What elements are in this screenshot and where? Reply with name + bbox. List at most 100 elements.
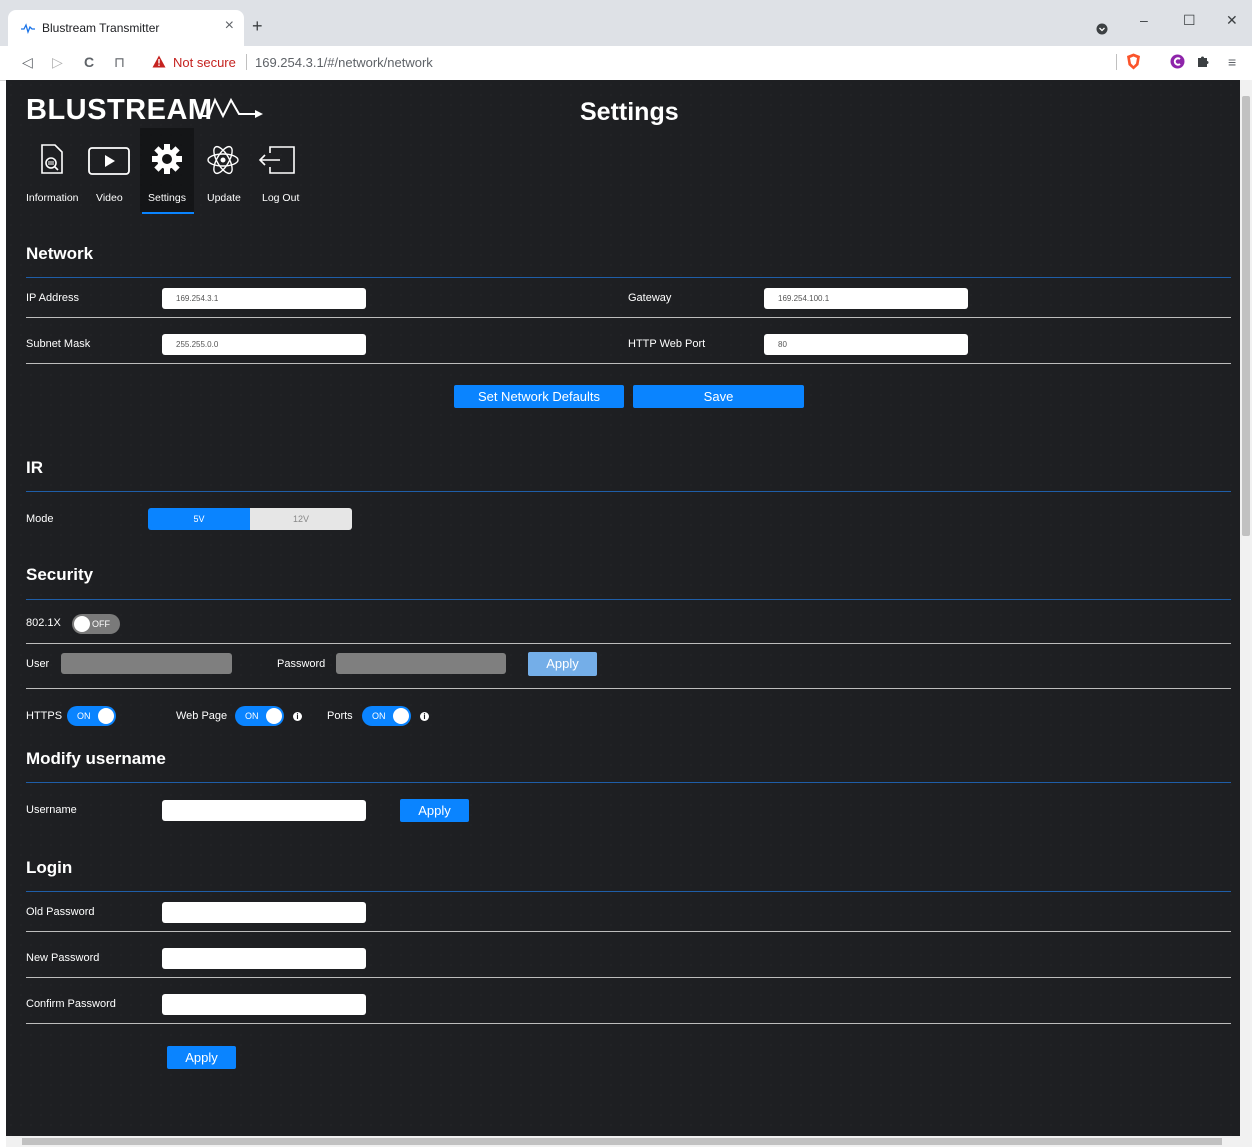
- toggle-state: ON: [245, 711, 259, 721]
- url-separator: [246, 54, 247, 70]
- row-divider: [26, 363, 1231, 364]
- play-screen-icon: [88, 147, 130, 175]
- nav-item-video[interactable]: Video: [88, 140, 138, 208]
- security-divider: [26, 599, 1231, 600]
- window-minimize-button[interactable]: –: [1140, 12, 1148, 28]
- blustream-favicon-icon: [21, 23, 35, 35]
- ports-label: Ports: [327, 710, 353, 722]
- nav-item-logout[interactable]: Log Out: [258, 140, 308, 208]
- horizontal-scroll-thumb[interactable]: [22, 1138, 1222, 1145]
- save-button[interactable]: Save: [633, 385, 804, 408]
- password-label: Password: [277, 658, 326, 670]
- profile-icon[interactable]: [1096, 23, 1108, 35]
- nav-item-update[interactable]: Update: [200, 140, 250, 208]
- gateway-label: Gateway: [628, 292, 672, 304]
- logo-wave-icon: [201, 97, 263, 119]
- username-label: Username: [26, 804, 77, 816]
- nav-item-information[interactable]: Information: [24, 140, 86, 208]
- https-toggle[interactable]: ON: [67, 706, 116, 726]
- reload-button[interactable]: C: [84, 54, 94, 70]
- new-password-input[interactable]: [162, 948, 366, 969]
- http-port-label: HTTP Web Port: [628, 338, 706, 350]
- nav-label-settings: Settings: [148, 192, 186, 204]
- browser-tab[interactable]: Blustream Transmitter ×: [8, 10, 244, 46]
- ir-divider: [26, 491, 1231, 492]
- window-close-button[interactable]: ✕: [1226, 12, 1238, 29]
- password-input[interactable]: [336, 653, 506, 674]
- ir-mode-5v-option[interactable]: 5V: [148, 508, 250, 530]
- toggle-knob: [98, 708, 114, 724]
- page-content: BLUSTREAM Settings Information Video Set…: [6, 80, 1240, 1136]
- security-section-title: Security: [26, 565, 94, 584]
- login-section-title: Login: [26, 858, 73, 877]
- extensions-puzzle-icon[interactable]: [1196, 54, 1210, 68]
- ir-section-title: IR: [26, 458, 43, 477]
- vertical-scroll-thumb[interactable]: [1242, 96, 1250, 536]
- gear-icon: [152, 144, 182, 174]
- http-port-input[interactable]: [764, 334, 968, 355]
- nav-label-update: Update: [207, 192, 241, 204]
- tab-close-icon[interactable]: ×: [225, 17, 234, 35]
- nav-label-logout: Log Out: [262, 192, 300, 204]
- extension-c-icon[interactable]: [1170, 54, 1185, 69]
- modify-username-divider: [26, 782, 1231, 783]
- nav-label-video: Video: [96, 192, 123, 204]
- security-apply-button[interactable]: Apply: [528, 652, 597, 676]
- row-divider: [26, 643, 1231, 644]
- subnet-mask-input[interactable]: [162, 334, 366, 355]
- user-label: User: [26, 658, 50, 670]
- network-divider: [26, 277, 1231, 278]
- ir-mode-label: Mode: [26, 513, 54, 525]
- new-tab-button[interactable]: +: [252, 16, 263, 37]
- brave-shield-icon[interactable]: [1126, 53, 1141, 70]
- toggle-knob: [393, 708, 409, 724]
- login-apply-button[interactable]: Apply: [167, 1046, 236, 1069]
- nav-active-underline: [142, 212, 194, 214]
- web-page-label: Web Page: [176, 710, 228, 722]
- ports-info-icon[interactable]: i: [420, 712, 429, 721]
- row-divider: [26, 931, 1231, 932]
- ip-address-input[interactable]: [162, 288, 366, 309]
- web-page-info-icon[interactable]: i: [293, 712, 302, 721]
- forward-button[interactable]: ▷: [52, 54, 63, 71]
- username-input[interactable]: [162, 800, 366, 821]
- dot1x-toggle[interactable]: OFF: [72, 614, 120, 634]
- https-label: HTTPS: [26, 710, 63, 722]
- modify-username-section-title: Modify username: [26, 749, 166, 768]
- nav-item-settings[interactable]: Settings: [142, 140, 194, 208]
- url-text[interactable]: 169.254.3.1/#/network/network: [255, 55, 433, 70]
- not-secure-label[interactable]: Not secure: [173, 55, 236, 70]
- user-input[interactable]: [61, 653, 232, 674]
- tab-title: Blustream Transmitter: [42, 21, 160, 35]
- nav-label-information: Information: [26, 192, 79, 204]
- username-apply-button[interactable]: Apply: [400, 799, 469, 822]
- toggle-state: ON: [372, 711, 386, 721]
- warning-icon: [152, 55, 166, 68]
- row-divider: [26, 317, 1231, 318]
- old-password-label: Old Password: [26, 906, 95, 918]
- logo-text: BLUSTREAM: [26, 94, 213, 126]
- network-section-title: Network: [26, 244, 94, 263]
- row-divider: [26, 688, 1231, 689]
- gateway-input[interactable]: [764, 288, 968, 309]
- toggle-state: ON: [77, 711, 91, 721]
- web-page-toggle[interactable]: ON: [235, 706, 284, 726]
- set-network-defaults-button[interactable]: Set Network Defaults: [454, 385, 624, 408]
- window-maximize-button[interactable]: ☐: [1183, 12, 1196, 29]
- confirm-password-input[interactable]: [162, 994, 366, 1015]
- old-password-input[interactable]: [162, 902, 366, 923]
- toggle-state: OFF: [92, 619, 110, 629]
- document-search-icon: [41, 144, 63, 174]
- blustream-logo: BLUSTREAM: [26, 94, 213, 127]
- bookmark-button[interactable]: ⊓: [114, 54, 125, 71]
- toggle-knob: [74, 616, 90, 632]
- toggle-knob: [266, 708, 282, 724]
- ip-address-label: IP Address: [26, 292, 79, 304]
- dot1x-label: 802.1X: [26, 617, 61, 629]
- ports-toggle[interactable]: ON: [362, 706, 411, 726]
- back-button[interactable]: ◁: [22, 54, 33, 71]
- row-divider: [26, 977, 1231, 978]
- page-title: Settings: [580, 98, 679, 126]
- browser-menu-icon[interactable]: ≡: [1228, 54, 1236, 70]
- ir-mode-12v-option[interactable]: 12V: [250, 508, 352, 530]
